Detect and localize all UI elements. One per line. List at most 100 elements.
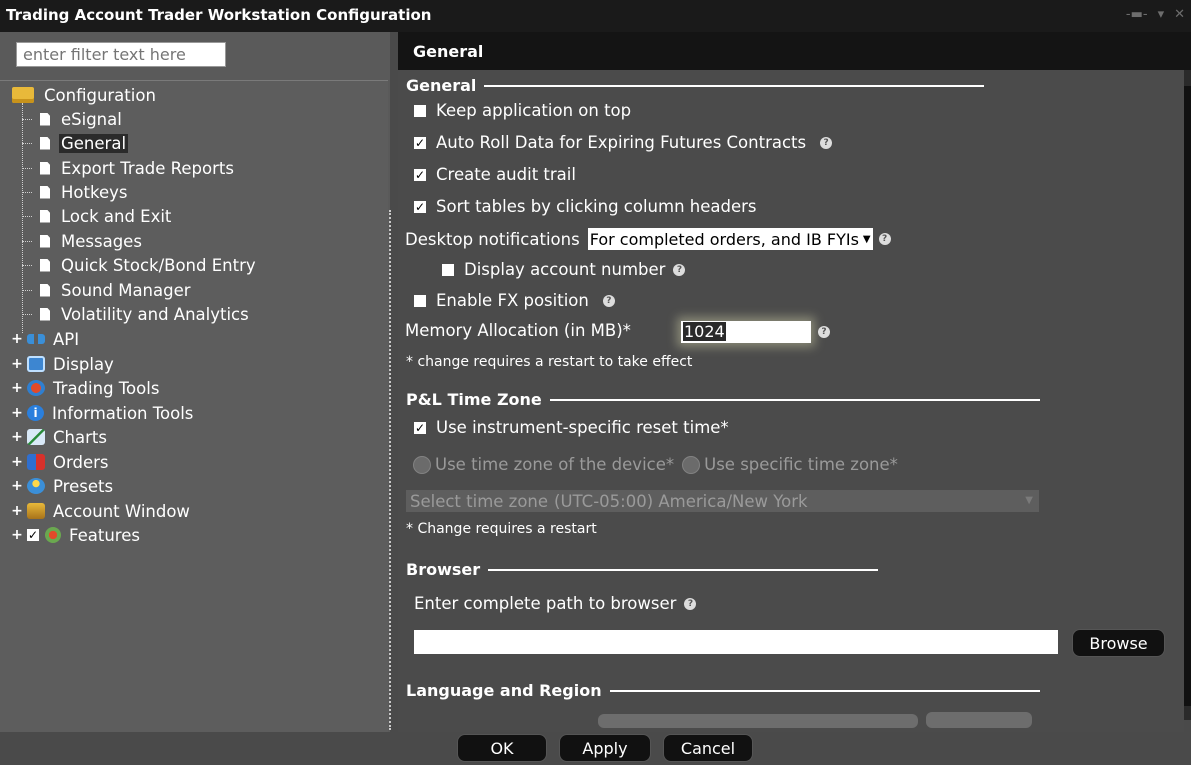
window-controls: -▬- ▾ ✕ <box>1126 7 1185 22</box>
ok-button[interactable]: OK <box>457 734 547 762</box>
tree-node-label: Presets <box>53 476 114 496</box>
tree-node-volatility-and-analytics[interactable]: Volatility and Analytics <box>40 303 251 325</box>
expand-icon[interactable]: + <box>10 454 24 470</box>
desktop-notifications-label: Desktop notifications <box>405 229 580 249</box>
help-icon[interactable]: ? <box>673 263 686 276</box>
restart-note-2: * Change requires a restart <box>406 521 597 537</box>
tree-group-account-window[interactable]: + Account Window <box>10 500 192 522</box>
document-icon <box>40 136 50 150</box>
section-title: Browser <box>406 560 481 579</box>
audit-trail-checkbox[interactable]: ✓ <box>414 168 426 181</box>
expand-icon[interactable]: + <box>10 478 24 494</box>
desktop-notifications-select[interactable]: For completed orders, and IB FYIs ▼ <box>587 228 873 250</box>
tree-node-hotkeys[interactable]: Hotkeys <box>40 181 129 203</box>
tree-node-messages[interactable]: Messages <box>40 230 144 252</box>
option-label: Auto Roll Data for Expiring Futures Cont… <box>436 133 807 152</box>
browse-button[interactable]: Browse <box>1072 629 1165 657</box>
tree-group-information-tools[interactable]: + i Information Tools <box>10 402 195 424</box>
menu-dropdown-icon[interactable]: ▾ <box>1158 7 1165 22</box>
section-title: P&L Time Zone <box>406 390 542 409</box>
expand-icon[interactable]: + <box>10 356 24 372</box>
pane-splitter[interactable] <box>389 210 391 730</box>
tree-branch-line <box>22 103 23 333</box>
document-icon <box>40 283 50 297</box>
instrument-reset-checkbox[interactable]: ✓ <box>414 421 426 434</box>
features-checkbox[interactable]: ✓ <box>27 529 39 541</box>
language-select-button[interactable] <box>926 712 1032 728</box>
help-icon[interactable]: ? <box>684 597 697 610</box>
tree-node-label: Account Window <box>53 501 190 521</box>
auto-roll-option[interactable]: ✓ Auto Roll Data for Expiring Futures Co… <box>414 133 833 152</box>
document-icon <box>40 258 50 272</box>
tree-group-display[interactable]: + Display <box>10 353 116 375</box>
sort-tables-option[interactable]: ✓ Sort tables by clicking column headers <box>414 197 757 216</box>
expand-icon[interactable]: + <box>10 405 24 421</box>
cancel-button[interactable]: Cancel <box>663 734 753 762</box>
expand-icon[interactable]: + <box>10 503 24 519</box>
option-label: Sort tables by clicking column headers <box>436 197 757 216</box>
language-select[interactable] <box>598 714 918 728</box>
tree-node-lock-and-exit[interactable]: Lock and Exit <box>40 205 173 227</box>
tree-group-presets[interactable]: + Presets <box>10 475 115 497</box>
instrument-reset-option[interactable]: ✓ Use instrument-specific reset time* <box>414 418 729 437</box>
sort-tables-checkbox[interactable]: ✓ <box>414 200 426 213</box>
auto-roll-checkbox[interactable]: ✓ <box>414 136 426 149</box>
tree-connector <box>22 168 32 169</box>
tree-node-general[interactable]: General <box>40 132 129 154</box>
tree-node-export-trade-reports[interactable]: Export Trade Reports <box>40 157 236 179</box>
tree-node-label: Features <box>69 525 140 545</box>
pin-icon[interactable]: -▬- <box>1126 7 1148 22</box>
tree-group-features[interactable]: + ✓ Features <box>10 524 142 546</box>
select-value: For completed orders, and IB FYIs <box>589 229 859 249</box>
help-icon[interactable]: ? <box>818 326 830 338</box>
memory-input[interactable]: 1024 <box>681 321 811 343</box>
tree-node-label: Trading Tools <box>53 378 160 398</box>
device-tz-radio[interactable] <box>413 455 431 474</box>
restart-note: * change requires a restart to take effe… <box>406 354 693 370</box>
tree-node-label: eSignal <box>61 109 122 129</box>
tree-node-quick-stock-bond-entry[interactable]: Quick Stock/Bond Entry <box>40 254 258 276</box>
chart-icon <box>27 429 45 445</box>
tree-connector <box>22 241 32 242</box>
vertical-scrollbar[interactable] <box>1184 70 1191 720</box>
panel-header: General <box>398 32 1191 70</box>
display-account-option[interactable]: Display account number ? <box>442 260 686 279</box>
select-label: Select time zone <box>410 491 549 511</box>
features-gear-icon <box>45 527 61 543</box>
close-icon[interactable]: ✕ <box>1174 7 1185 22</box>
specific-tz-radio[interactable] <box>682 455 701 474</box>
browser-path-input[interactable] <box>414 630 1058 654</box>
help-icon[interactable]: ? <box>878 233 891 245</box>
help-icon[interactable]: ? <box>820 136 833 149</box>
tree-group-orders[interactable]: + Orders <box>10 451 111 473</box>
expand-icon[interactable]: + <box>10 527 24 543</box>
tree-node-label: General <box>59 133 129 153</box>
audit-trail-option[interactable]: ✓ Create audit trail <box>414 165 576 184</box>
expand-icon[interactable]: + <box>10 380 24 396</box>
apply-button[interactable]: Apply <box>559 734 651 762</box>
tree-connector <box>22 192 32 193</box>
keep-on-top-option[interactable]: Keep application on top <box>414 101 631 120</box>
tree-node-sound-manager[interactable]: Sound Manager <box>40 279 193 301</box>
tree-node-esignal[interactable]: eSignal <box>40 108 124 130</box>
panel-title: General <box>413 42 484 61</box>
filter-input[interactable] <box>16 42 226 67</box>
help-icon[interactable]: ? <box>602 294 615 307</box>
tree-node-label: Quick Stock/Bond Entry <box>61 255 256 275</box>
folder-icon <box>12 87 34 103</box>
display-account-checkbox[interactable] <box>442 263 454 276</box>
left-pane: Configuration eSignal General Export Tra… <box>0 32 390 732</box>
tree-node-label: Information Tools <box>52 403 194 423</box>
tree-group-trading-tools[interactable]: + Trading Tools <box>10 377 161 399</box>
tree-node-configuration[interactable]: Configuration <box>12 84 158 106</box>
keep-on-top-checkbox[interactable] <box>414 104 426 117</box>
enable-fx-option[interactable]: Enable FX position ? <box>414 291 615 310</box>
expand-icon[interactable]: + <box>10 429 24 445</box>
enable-fx-checkbox[interactable] <box>414 294 426 307</box>
timezone-select[interactable]: Select time zone (UTC-05:00) America/New… <box>406 490 1039 512</box>
option-label: Display account number <box>464 260 666 279</box>
expand-icon[interactable]: + <box>10 331 24 347</box>
tree-group-charts[interactable]: + Charts <box>10 426 109 448</box>
scrollbar-thumb[interactable] <box>1184 86 1191 706</box>
tree-group-api[interactable]: + API <box>10 328 81 350</box>
